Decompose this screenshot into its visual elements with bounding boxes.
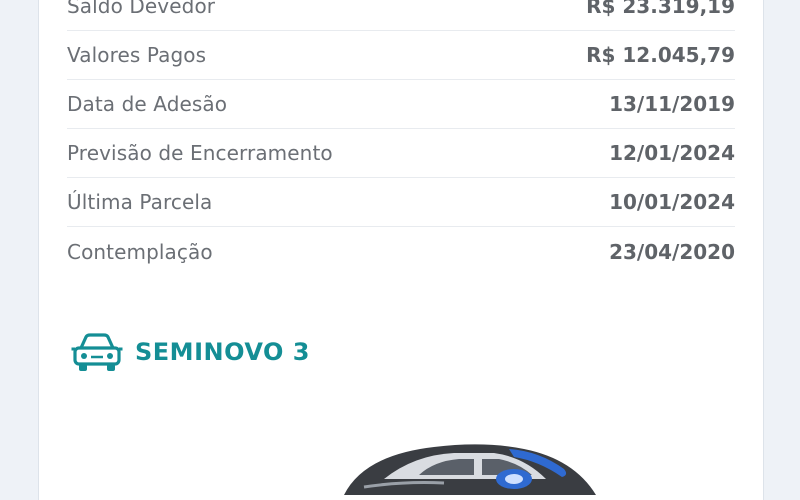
detail-row-contemplacao: Contemplação 23/04/2020 [67,227,735,276]
car-icon [71,333,123,371]
detail-row-valores-pagos: Valores Pagos R$ 12.045,79 [67,31,735,80]
detail-label: Previsão de Encerramento [67,141,333,165]
detail-row-data-adesao: Data de Adesão 13/11/2019 [67,80,735,129]
detail-value: R$ 12.045,79 [586,43,735,67]
detail-value: R$ 23.319,19 [586,0,735,18]
detail-row-previsao-encerramento: Previsão de Encerramento 12/01/2024 [67,129,735,178]
detail-label: Última Parcela [67,190,213,214]
detail-value: 12/01/2024 [609,141,735,165]
group-header: SEMINOVO 3 [71,330,310,374]
detail-label: Contemplação [67,239,213,264]
detail-label: Data de Adesão [67,92,228,116]
detail-label: Saldo Devedor [67,0,216,18]
detail-label: Valores Pagos [67,43,207,67]
detail-row-saldo-devedor: Saldo Devedor R$ 23.319,19 [67,0,735,31]
detail-value: 13/11/2019 [609,92,735,116]
details-list: Saldo Devedor R$ 23.319,19 Valores Pagos… [67,0,735,276]
detail-row-ultima-parcela: Última Parcela 10/01/2024 [67,178,735,227]
detail-value: 23/04/2020 [609,239,735,264]
car-image [344,444,596,495]
consortium-details-card: Saldo Devedor R$ 23.319,19 Valores Pagos… [38,0,764,500]
group-title: SEMINOVO 3 [135,338,310,366]
detail-value: 10/01/2024 [609,190,735,214]
